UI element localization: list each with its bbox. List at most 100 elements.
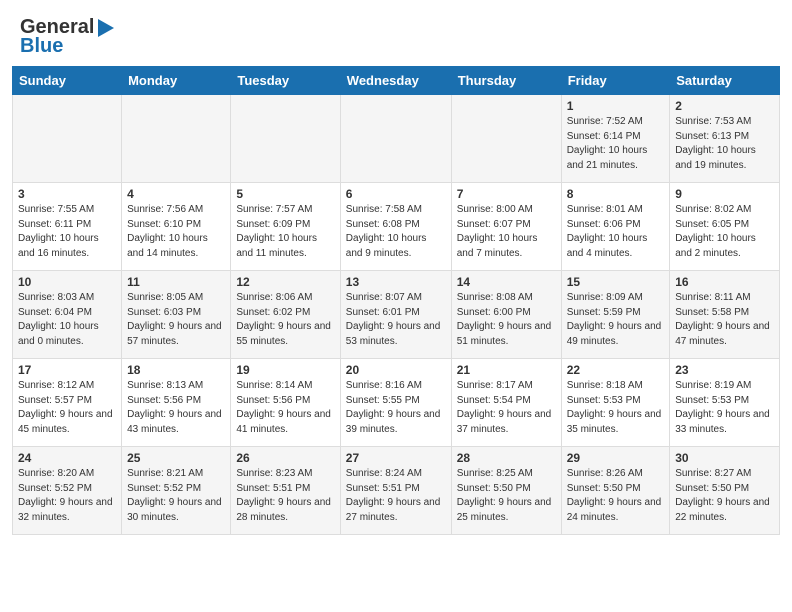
- weekday-header-wednesday: Wednesday: [340, 67, 451, 95]
- day-info: Sunrise: 8:07 AMSunset: 6:01 PMDaylight:…: [346, 291, 446, 349]
- day-info: Sunrise: 8:16 AMSunset: 5:55 PMDaylight:…: [346, 379, 446, 437]
- calendar-week-5: 24 Sunrise: 8:20 AMSunset: 5:52 PMDayligh…: [13, 447, 780, 535]
- logo-arrow-icon: [94, 17, 116, 39]
- day-number: 24: [18, 451, 116, 465]
- calendar-week-2: 3Sunrise: 7:55 AMSunset: 6:11 PMDaylight…: [13, 183, 780, 271]
- day-info: Sunrise: 8:23 AMSunset: 5:51 PMDaylight:…: [236, 467, 334, 525]
- day-number: 9: [675, 187, 774, 201]
- day-number: 5: [236, 187, 334, 201]
- day-info: Sunrise: 7:55 AMSunset: 6:11 PMDaylight:…: [18, 203, 116, 261]
- day-info: Sunrise: 8:01 AMSunset: 6:06 PMDaylight:…: [567, 203, 665, 261]
- weekday-header-sunday: Sunday: [13, 67, 122, 95]
- calendar-cell: 17 Sunrise: 8:12 AMSunset: 5:57 PMDayligh…: [13, 359, 122, 447]
- calendar-cell: 21 Sunrise: 8:17 AMSunset: 5:54 PMDayligh…: [451, 359, 561, 447]
- day-info: Sunrise: 8:25 AMSunset: 5:50 PMDaylight:…: [457, 467, 556, 525]
- calendar-cell: 14 Sunrise: 8:08 AMSunset: 6:00 PMDayligh…: [451, 271, 561, 359]
- weekday-header-saturday: Saturday: [670, 67, 780, 95]
- day-info: Sunrise: 7:57 AMSunset: 6:09 PMDaylight:…: [236, 203, 334, 261]
- day-info: Sunrise: 8:18 AMSunset: 5:53 PMDaylight:…: [567, 379, 665, 437]
- weekday-header-thursday: Thursday: [451, 67, 561, 95]
- calendar-cell: 2 Sunrise: 7:53 AMSunset: 6:13 PMDaylight…: [670, 95, 780, 183]
- day-number: 16: [675, 275, 774, 289]
- day-info: Sunrise: 8:06 AMSunset: 6:02 PMDaylight:…: [236, 291, 334, 349]
- calendar-cell: 22 Sunrise: 8:18 AMSunset: 5:53 PMDayligh…: [561, 359, 670, 447]
- calendar-cell: 26 Sunrise: 8:23 AMSunset: 5:51 PMDayligh…: [231, 447, 340, 535]
- day-number: 28: [457, 451, 556, 465]
- day-info: Sunrise: 8:19 AMSunset: 5:53 PMDaylight:…: [675, 379, 774, 437]
- day-info: Sunrise: 7:52 AMSunset: 6:14 PMDaylight:…: [567, 115, 665, 173]
- day-number: 1: [567, 99, 665, 113]
- day-number: 21: [457, 363, 556, 377]
- weekday-header-monday: Monday: [122, 67, 231, 95]
- calendar-cell: 7Sunrise: 8:00 AMSunset: 6:07 PMDaylight…: [451, 183, 561, 271]
- calendar-cell: [13, 95, 122, 183]
- calendar-cell: 30 Sunrise: 8:27 AMSunset: 5:50 PMDayligh…: [670, 447, 780, 535]
- day-number: 11: [127, 275, 225, 289]
- calendar-cell: [231, 95, 340, 183]
- day-info: Sunrise: 8:03 AMSunset: 6:04 PMDaylight:…: [18, 291, 116, 349]
- day-info: Sunrise: 8:17 AMSunset: 5:54 PMDaylight:…: [457, 379, 556, 437]
- day-info: Sunrise: 8:26 AMSunset: 5:50 PMDaylight:…: [567, 467, 665, 525]
- day-info: Sunrise: 8:05 AMSunset: 6:03 PMDaylight:…: [127, 291, 225, 349]
- calendar-cell: 4 Sunrise: 7:56 AMSunset: 6:10 PMDaylight…: [122, 183, 231, 271]
- day-number: 27: [346, 451, 446, 465]
- calendar-week-4: 17 Sunrise: 8:12 AMSunset: 5:57 PMDayligh…: [13, 359, 780, 447]
- calendar-cell: 5 Sunrise: 7:57 AMSunset: 6:09 PMDaylight…: [231, 183, 340, 271]
- day-info: Sunrise: 8:20 AMSunset: 5:52 PMDaylight:…: [18, 467, 116, 525]
- calendar-week-3: 10 Sunrise: 8:03 AMSunset: 6:04 PMDayligh…: [13, 271, 780, 359]
- calendar-cell: 28 Sunrise: 8:25 AMSunset: 5:50 PMDayligh…: [451, 447, 561, 535]
- day-number: 15: [567, 275, 665, 289]
- calendar-cell: 11 Sunrise: 8:05 AMSunset: 6:03 PMDayligh…: [122, 271, 231, 359]
- calendar-cell: 20 Sunrise: 8:16 AMSunset: 5:55 PMDayligh…: [340, 359, 451, 447]
- calendar-cell: 29 Sunrise: 8:26 AMSunset: 5:50 PMDayligh…: [561, 447, 670, 535]
- day-info: Sunrise: 8:11 AMSunset: 5:58 PMDaylight:…: [675, 291, 774, 349]
- day-info: Sunrise: 8:08 AMSunset: 6:00 PMDaylight:…: [457, 291, 556, 349]
- day-number: 22: [567, 363, 665, 377]
- calendar-cell: 8 Sunrise: 8:01 AMSunset: 6:06 PMDaylight…: [561, 183, 670, 271]
- day-number: 30: [675, 451, 774, 465]
- day-info: Sunrise: 7:56 AMSunset: 6:10 PMDaylight:…: [127, 203, 225, 261]
- logo-blue: Blue: [20, 35, 63, 58]
- calendar-cell: [340, 95, 451, 183]
- day-number: 17: [18, 363, 116, 377]
- calendar-cell: 13 Sunrise: 8:07 AMSunset: 6:01 PMDayligh…: [340, 271, 451, 359]
- day-number: 10: [18, 275, 116, 289]
- page-header: General Blue: [0, 0, 792, 66]
- day-info: Sunrise: 8:21 AMSunset: 5:52 PMDaylight:…: [127, 467, 225, 525]
- day-number: 25: [127, 451, 225, 465]
- day-number: 26: [236, 451, 334, 465]
- calendar-cell: 10 Sunrise: 8:03 AMSunset: 6:04 PMDayligh…: [13, 271, 122, 359]
- day-number: 23: [675, 363, 774, 377]
- calendar-cell: 27Sunrise: 8:24 AMSunset: 5:51 PMDayligh…: [340, 447, 451, 535]
- day-number: 8: [567, 187, 665, 201]
- weekday-header-friday: Friday: [561, 67, 670, 95]
- day-number: 4: [127, 187, 225, 201]
- day-number: 14: [457, 275, 556, 289]
- day-number: 20: [346, 363, 446, 377]
- logo: General Blue: [20, 16, 116, 58]
- calendar-table: SundayMondayTuesdayWednesdayThursdayFrid…: [12, 66, 780, 535]
- day-number: 29: [567, 451, 665, 465]
- day-number: 13: [346, 275, 446, 289]
- calendar-cell: 15 Sunrise: 8:09 AMSunset: 5:59 PMDayligh…: [561, 271, 670, 359]
- day-info: Sunrise: 8:27 AMSunset: 5:50 PMDaylight:…: [675, 467, 774, 525]
- calendar-cell: 24 Sunrise: 8:20 AMSunset: 5:52 PMDayligh…: [13, 447, 122, 535]
- day-info: Sunrise: 8:13 AMSunset: 5:56 PMDaylight:…: [127, 379, 225, 437]
- day-info: Sunrise: 8:14 AMSunset: 5:56 PMDaylight:…: [236, 379, 334, 437]
- weekday-header-tuesday: Tuesday: [231, 67, 340, 95]
- day-number: 12: [236, 275, 334, 289]
- calendar-week-1: 1 Sunrise: 7:52 AMSunset: 6:14 PMDaylight…: [13, 95, 780, 183]
- day-number: 2: [675, 99, 774, 113]
- calendar-cell: 19 Sunrise: 8:14 AMSunset: 5:56 PMDayligh…: [231, 359, 340, 447]
- day-number: 18: [127, 363, 225, 377]
- day-info: Sunrise: 8:09 AMSunset: 5:59 PMDaylight:…: [567, 291, 665, 349]
- day-number: 6: [346, 187, 446, 201]
- calendar-cell: [122, 95, 231, 183]
- day-info: Sunrise: 7:53 AMSunset: 6:13 PMDaylight:…: [675, 115, 774, 173]
- calendar-cell: 1 Sunrise: 7:52 AMSunset: 6:14 PMDaylight…: [561, 95, 670, 183]
- calendar-cell: 9Sunrise: 8:02 AMSunset: 6:05 PMDaylight…: [670, 183, 780, 271]
- calendar-cell: 25 Sunrise: 8:21 AMSunset: 5:52 PMDayligh…: [122, 447, 231, 535]
- day-info: Sunrise: 8:12 AMSunset: 5:57 PMDaylight:…: [18, 379, 116, 437]
- calendar-cell: 6Sunrise: 7:58 AMSunset: 6:08 PMDaylight…: [340, 183, 451, 271]
- day-number: 19: [236, 363, 334, 377]
